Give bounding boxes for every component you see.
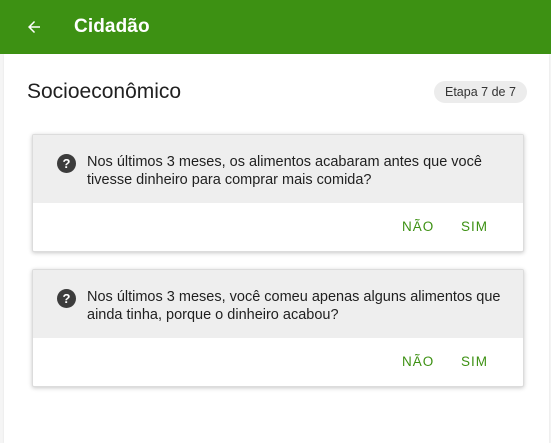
question-card: ? Nos últimos 3 meses, você comeu apenas…: [32, 269, 524, 387]
question-text: Nos últimos 3 meses, você comeu apenas a…: [87, 289, 501, 323]
no-button[interactable]: NÃO: [402, 354, 434, 369]
yes-button[interactable]: SIM: [461, 354, 488, 369]
content-panel: Socioeconômico Etapa 7 de 7 ? Nos último…: [4, 54, 549, 443]
question-header: ? Nos últimos 3 meses, os alimentos acab…: [33, 135, 523, 203]
question-card: ? Nos últimos 3 meses, os alimentos acab…: [32, 134, 524, 252]
back-button[interactable]: [22, 15, 46, 39]
arrow-left-icon: [28, 21, 40, 33]
step-badge: Etapa 7 de 7: [434, 81, 527, 103]
help-circle-icon: ?: [57, 154, 76, 173]
help-circle-icon: ?: [57, 289, 76, 308]
page-title: Socioeconômico: [27, 80, 182, 103]
app-bar: Cidadão: [0, 0, 551, 54]
question-text: Nos últimos 3 meses, os alimentos acabar…: [87, 154, 482, 188]
answer-row: NÃO SIM: [33, 338, 523, 386]
yes-button[interactable]: SIM: [461, 219, 488, 234]
no-button[interactable]: NÃO: [402, 219, 434, 234]
answer-row: NÃO SIM: [33, 203, 523, 251]
app-title: Cidadão: [74, 16, 150, 37]
question-header: ? Nos últimos 3 meses, você comeu apenas…: [33, 270, 523, 338]
